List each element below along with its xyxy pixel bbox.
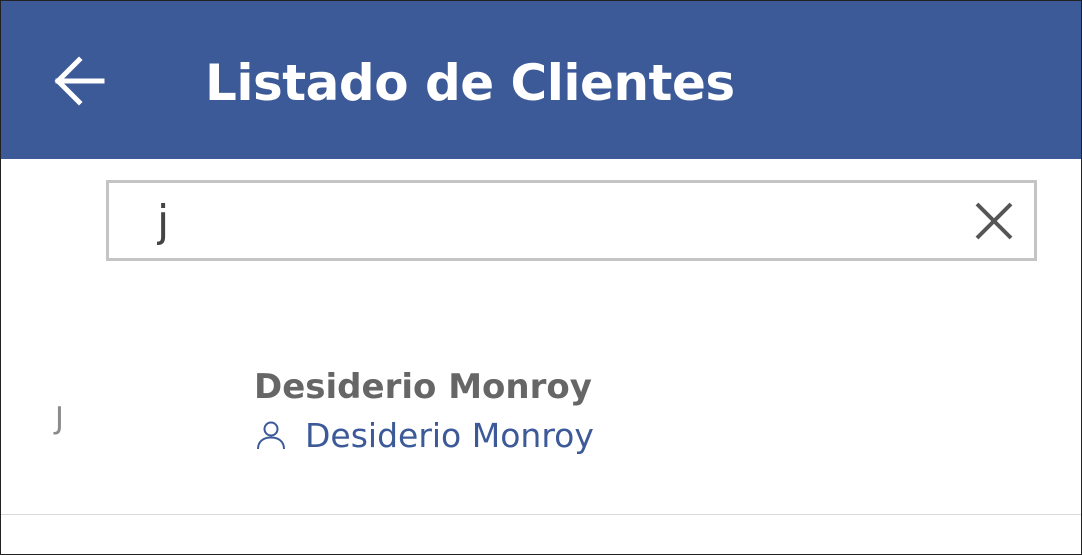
section-letter: J bbox=[55, 401, 64, 436]
arrow-left-icon bbox=[54, 56, 105, 106]
client-name: Desiderio Monroy bbox=[254, 367, 592, 407]
close-icon bbox=[975, 202, 1013, 240]
search-input[interactable] bbox=[157, 191, 957, 251]
divider bbox=[1, 514, 1081, 515]
app-header: Listado de Clientes bbox=[1, 1, 1081, 159]
clear-search-button[interactable] bbox=[972, 199, 1016, 243]
client-contact-name: Desiderio Monroy bbox=[305, 415, 594, 455]
client-contact: Desiderio Monroy bbox=[255, 413, 594, 457]
back-button[interactable] bbox=[41, 41, 121, 121]
search-box bbox=[106, 180, 1037, 261]
person-icon bbox=[257, 421, 285, 450]
app-screen: Listado de Clientes J Desiderio Monroy D… bbox=[0, 0, 1082, 555]
page-title: Listado de Clientes bbox=[205, 54, 735, 112]
